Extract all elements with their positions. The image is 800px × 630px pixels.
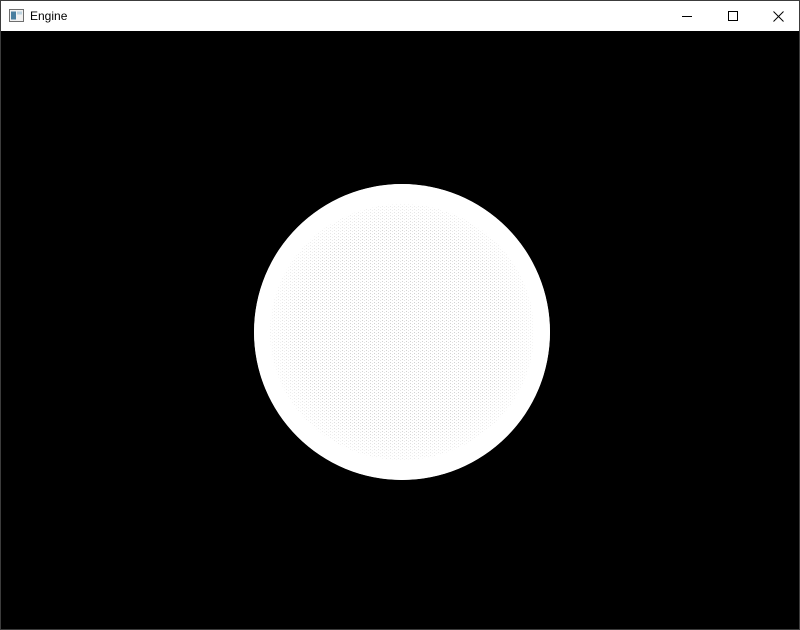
title-bar[interactable]: Engine xyxy=(1,1,799,31)
sphere-edge-fade xyxy=(254,184,550,480)
minimize-button[interactable] xyxy=(664,1,710,31)
maximize-button[interactable] xyxy=(710,1,756,31)
render-viewport[interactable] xyxy=(1,31,799,629)
window-title: Engine xyxy=(30,9,68,23)
engine-window: Engine xyxy=(0,0,800,630)
minimize-icon xyxy=(682,16,692,17)
maximize-icon xyxy=(728,11,738,21)
application-window-icon xyxy=(9,9,24,22)
close-button[interactable] xyxy=(755,1,799,31)
rendered-sphere-canvas xyxy=(254,184,550,480)
close-icon xyxy=(772,10,784,22)
